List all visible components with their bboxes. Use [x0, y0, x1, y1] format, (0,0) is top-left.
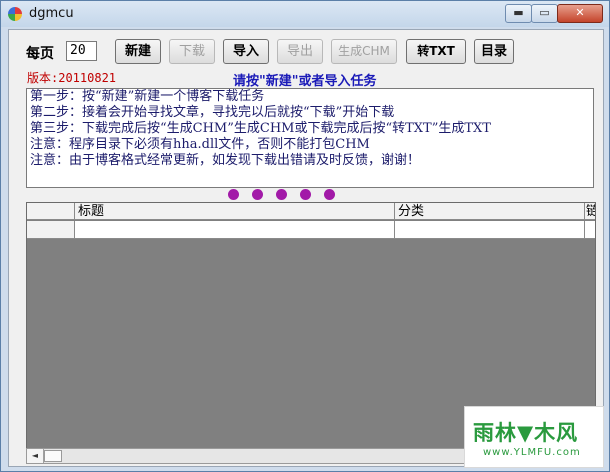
instructions-textbox[interactable]: 第一步：按“新建”新建一个博客下载任务 第二步：接着会开始寻找文章，寻找完以后就…: [26, 88, 594, 188]
progress-dot: [228, 189, 239, 200]
table-cell[interactable]: [585, 221, 595, 239]
new-button[interactable]: 新建: [115, 39, 161, 64]
progress-dots: [228, 189, 338, 201]
column-header-title[interactable]: 标题: [75, 203, 395, 220]
version-label: 版本:20110821: [27, 71, 117, 85]
minimize-button[interactable]: ▬: [505, 4, 532, 23]
per-page-input[interactable]: 20: [66, 41, 97, 61]
app-icon: [8, 7, 22, 21]
export-button[interactable]: 导出: [277, 39, 323, 64]
progress-dot: [324, 189, 335, 200]
hint-text: 请按"新建"或者导入任务: [233, 74, 377, 89]
column-header-category[interactable]: 分类: [395, 203, 585, 220]
generate-chm-button[interactable]: 生成CHM: [331, 39, 397, 64]
per-page-label: 每页: [26, 46, 54, 62]
table-cell[interactable]: [395, 221, 585, 239]
title-bar[interactable]: dgmcu ▬ ▭ ✕: [1, 1, 609, 27]
window-title: dgmcu: [29, 6, 74, 21]
convert-txt-button[interactable]: 转TXT: [406, 39, 466, 64]
instruction-line: 注意：由于博客格式经常更新，如发现下载出错请及时反馈，谢谢！: [30, 153, 421, 168]
scrollbar-thumb[interactable]: [44, 450, 62, 462]
main-panel: 每页 20 新建 下载 导入 导出 生成CHM 转TXT 目录 版本:20110…: [8, 29, 604, 467]
maximize-button[interactable]: ▭: [531, 4, 558, 23]
instruction-line: 注意：程序目录下必须有hha.dll文件，否则不能打包CHM: [30, 137, 370, 152]
horizontal-scrollbar[interactable]: ◄: [26, 448, 474, 464]
watermark-logo: 雨林▼木风 www.YLMFU.com: [464, 406, 604, 468]
column-header-link[interactable]: 链: [585, 203, 595, 220]
watermark-url: www.YLMFU.com: [483, 447, 581, 458]
watermark-text: 雨林▼木风: [473, 421, 579, 445]
catalog-button[interactable]: 目录: [474, 39, 514, 64]
grid-corner-header: [27, 203, 75, 220]
download-button[interactable]: 下载: [169, 39, 215, 64]
table-cell[interactable]: [75, 221, 395, 239]
scroll-left-icon[interactable]: ◄: [27, 449, 44, 463]
import-button[interactable]: 导入: [223, 39, 269, 64]
row-header[interactable]: [27, 221, 75, 239]
instruction-line: 第一步：按“新建”新建一个博客下载任务: [30, 89, 265, 104]
close-button[interactable]: ✕: [557, 4, 603, 23]
progress-dot: [276, 189, 287, 200]
progress-dot: [252, 189, 263, 200]
instruction-line: 第三步：下载完成后按“生成CHM”生成CHM或下载完成后按“转TXT”生成TXT: [30, 121, 491, 136]
progress-dot: [300, 189, 311, 200]
app-window: dgmcu ▬ ▭ ✕ 每页 20 新建 下载 导入 导出 生成CHM 转TXT…: [0, 0, 610, 472]
instruction-line: 第二步：接着会开始寻找文章，寻找完以后就按“下载”开始下载: [30, 105, 395, 120]
